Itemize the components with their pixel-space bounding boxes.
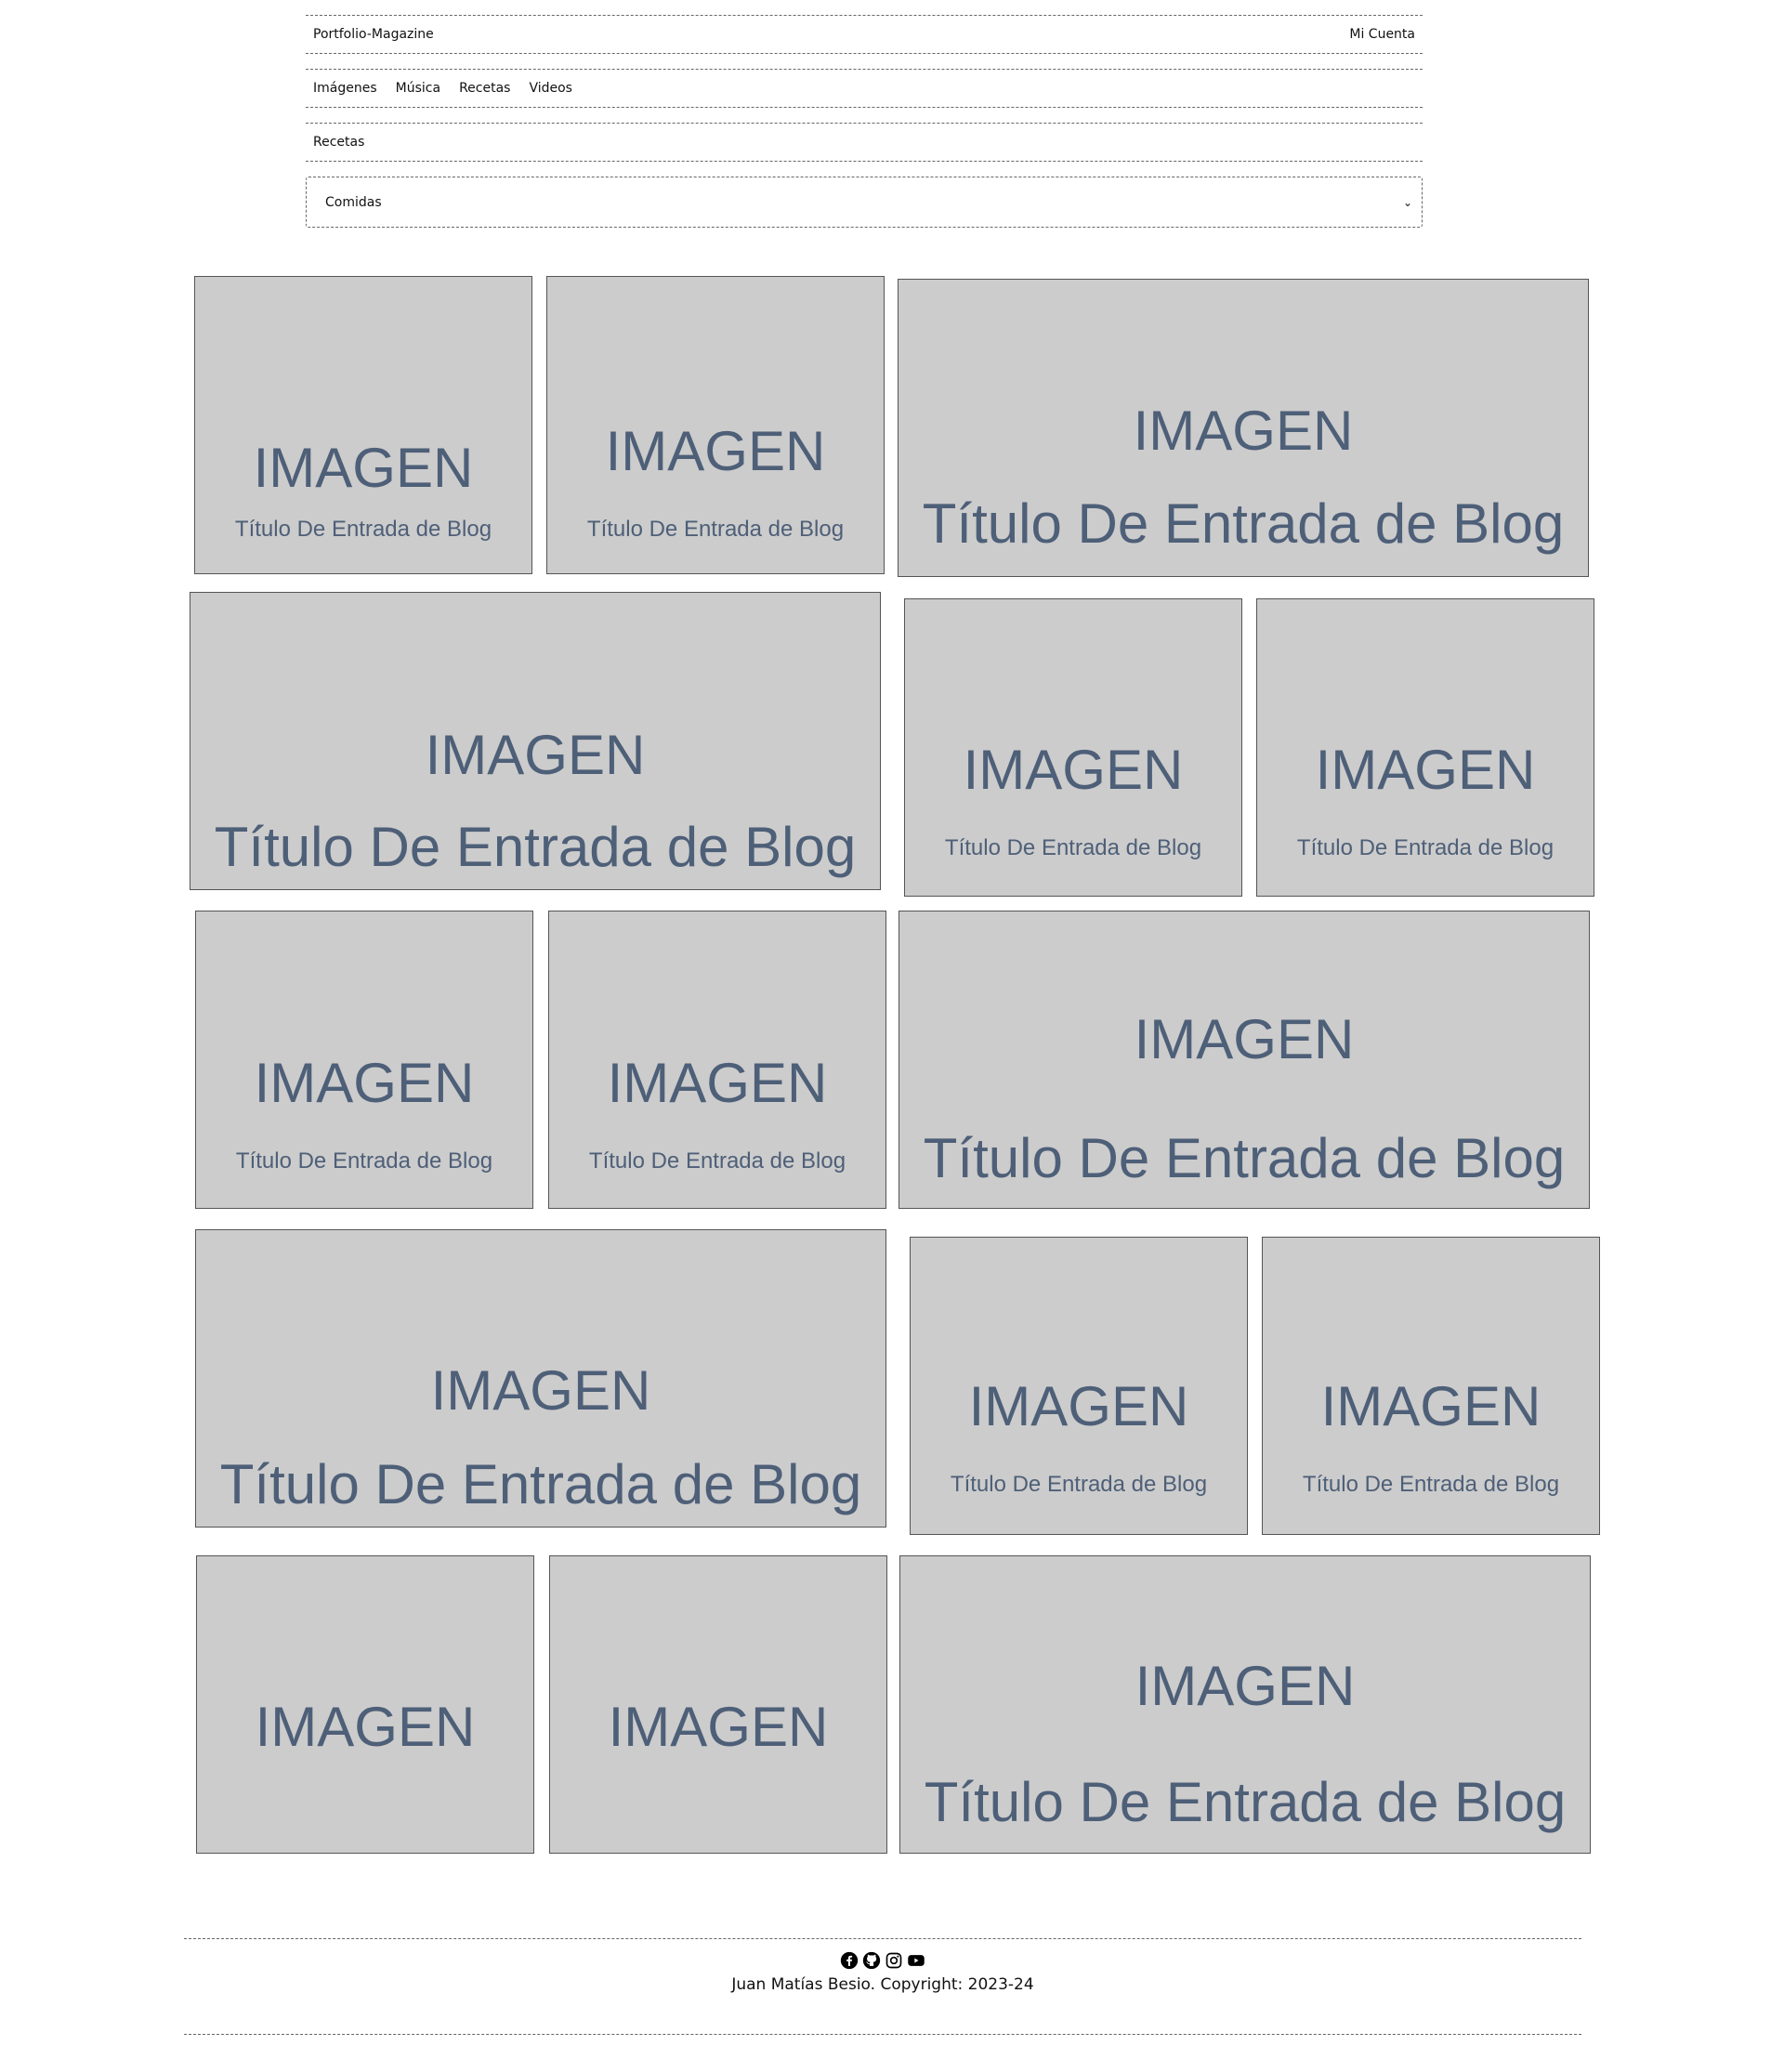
- image-placeholder: IMAGEN: [1135, 1655, 1356, 1717]
- image-placeholder: IMAGEN: [1133, 400, 1354, 462]
- blog-card[interactable]: IMAGEN Título De Entrada de Blog: [910, 1237, 1248, 1535]
- category-select[interactable]: Comidas ⌄: [306, 177, 1423, 228]
- blog-card[interactable]: IMAGEN Título De Entrada de Blog: [904, 598, 1242, 897]
- image-placeholder: IMAGEN: [608, 1696, 829, 1758]
- nav-item-recetas[interactable]: Recetas: [459, 81, 510, 96]
- image-placeholder: IMAGEN: [963, 739, 1184, 801]
- blog-card[interactable]: IMAGEN: [549, 1555, 887, 1854]
- footer: Juan Matías Besio. Copyright: 2023-24: [184, 1938, 1581, 2035]
- blog-card[interactable]: IMAGEN Título De Entrada de Blog: [898, 279, 1589, 577]
- blog-title: Título De Entrada de Blog: [214, 816, 857, 878]
- blog-title: Título De Entrada de Blog: [950, 1472, 1208, 1497]
- nav-item-videos[interactable]: Videos: [529, 81, 572, 96]
- blog-card[interactable]: IMAGEN Título De Entrada de Blog: [1256, 598, 1594, 897]
- blog-title: Título De Entrada de Blog: [923, 1127, 1566, 1189]
- blog-card[interactable]: IMAGEN Título De Entrada de Blog: [194, 276, 532, 574]
- blog-title: Título De Entrada de Blog: [944, 835, 1202, 860]
- blog-card[interactable]: IMAGEN Título De Entrada de Blog: [190, 592, 881, 890]
- blog-card[interactable]: IMAGEN Título De Entrada de Blog: [1262, 1237, 1600, 1535]
- category-select-value: Comidas: [325, 194, 382, 210]
- blog-title: Título De Entrada de Blog: [219, 1453, 862, 1515]
- nav-item-imagenes[interactable]: Imágenes: [313, 81, 377, 96]
- youtube-icon[interactable]: [907, 1951, 925, 1970]
- blog-card[interactable]: IMAGEN Título De Entrada de Blog: [899, 1555, 1591, 1854]
- social-links: [184, 1951, 1581, 1970]
- image-placeholder: IMAGEN: [253, 437, 474, 499]
- blog-card[interactable]: IMAGEN Título De Entrada de Blog: [546, 276, 885, 574]
- image-placeholder: IMAGEN: [255, 1696, 476, 1758]
- blog-title: Título De Entrada de Blog: [586, 517, 845, 542]
- blog-title: Título De Entrada de Blog: [1296, 835, 1554, 860]
- image-placeholder: IMAGEN: [254, 1052, 475, 1114]
- facebook-icon[interactable]: [840, 1951, 859, 1970]
- image-placeholder: IMAGEN: [605, 420, 826, 482]
- instagram-icon[interactable]: [885, 1951, 903, 1970]
- blog-title: Título De Entrada de Blog: [588, 1148, 846, 1174]
- breadcrumb: Recetas: [306, 123, 1423, 162]
- image-placeholder: IMAGEN: [607, 1052, 828, 1114]
- github-icon[interactable]: [862, 1951, 881, 1970]
- chevron-down-icon: ⌄: [1402, 195, 1412, 209]
- blog-title: Título De Entrada de Blog: [234, 517, 492, 542]
- blog-card[interactable]: IMAGEN Título De Entrada de Blog: [195, 1229, 886, 1528]
- copyright-text: Juan Matías Besio. Copyright: 2023-24: [731, 1975, 1034, 1994]
- image-placeholder: IMAGEN: [425, 724, 646, 786]
- top-bar: Portfolio-Magazine Mi Cuenta: [306, 15, 1423, 54]
- image-placeholder: IMAGEN: [1134, 1008, 1355, 1070]
- image-placeholder: IMAGEN: [968, 1375, 1189, 1437]
- blog-card[interactable]: IMAGEN: [196, 1555, 534, 1854]
- nav-item-musica[interactable]: Música: [396, 81, 440, 96]
- blog-card[interactable]: IMAGEN Título De Entrada de Blog: [195, 911, 533, 1209]
- blog-title: Título De Entrada de Blog: [922, 492, 1565, 555]
- image-placeholder: IMAGEN: [430, 1359, 651, 1422]
- blog-title: Título De Entrada de Blog: [924, 1771, 1567, 1833]
- breadcrumb-label: Recetas: [313, 135, 365, 150]
- image-placeholder: IMAGEN: [1320, 1375, 1541, 1437]
- blog-title: Título De Entrada de Blog: [1302, 1472, 1560, 1497]
- blog-card[interactable]: IMAGEN Título De Entrada de Blog: [899, 911, 1590, 1209]
- blog-title: Título De Entrada de Blog: [235, 1148, 493, 1174]
- image-placeholder: IMAGEN: [1315, 739, 1536, 801]
- account-link[interactable]: Mi Cuenta: [1349, 27, 1415, 42]
- brand-link[interactable]: Portfolio-Magazine: [313, 27, 434, 42]
- nav-bar: Imágenes Música Recetas Videos: [306, 69, 1423, 108]
- blog-card[interactable]: IMAGEN Título De Entrada de Blog: [548, 911, 886, 1209]
